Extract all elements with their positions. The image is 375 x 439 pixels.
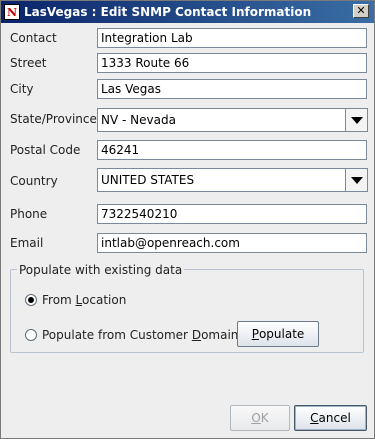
contact-label: Contact <box>10 31 57 45</box>
contact-field[interactable]: Integration Lab <box>97 28 367 48</box>
city-label: City <box>10 82 34 96</box>
state-select-value: NV - Nevada <box>101 113 176 127</box>
close-icon: ✕ <box>356 4 366 17</box>
app-logo-icon: N <box>4 4 20 20</box>
street-field[interactable]: 1333 Route 66 <box>97 53 367 73</box>
radio-selected-icon[interactable] <box>25 294 37 306</box>
from-location-label: From Location <box>42 293 127 307</box>
populate-button[interactable]: Populate <box>237 321 319 347</box>
from-customer-domain-label: Populate from Customer Domain <box>42 328 239 342</box>
state-dropdown-button[interactable] <box>345 109 367 131</box>
street-label: Street <box>10 56 47 70</box>
state-label: State/Province <box>10 112 97 126</box>
city-field[interactable]: Las Vegas <box>97 79 367 99</box>
title-bar[interactable]: N LasVegas : Edit SNMP Contact Informati… <box>1 1 374 23</box>
radio-unselected-icon[interactable] <box>25 329 37 341</box>
postal-code-label: Postal Code <box>10 143 81 157</box>
window-title: LasVegas : Edit SNMP Contact Information <box>24 5 312 19</box>
email-field[interactable]: intlab@openreach.com <box>97 233 367 253</box>
email-label: Email <box>10 236 44 250</box>
ok-button[interactable]: OK <box>230 405 290 431</box>
chevron-down-icon <box>350 176 363 184</box>
state-select[interactable]: NV - Nevada <box>97 108 368 132</box>
close-button[interactable]: ✕ <box>353 4 369 18</box>
postal-code-field[interactable]: 46241 <box>97 140 367 160</box>
phone-label: Phone <box>10 207 48 221</box>
country-dropdown-button[interactable] <box>345 169 367 191</box>
from-location-radio[interactable]: From Location <box>25 293 126 307</box>
populate-group-title: Populate with existing data <box>17 263 185 277</box>
from-customer-domain-radio[interactable]: Populate from Customer Domain <box>25 328 238 342</box>
country-label: Country <box>10 174 58 188</box>
chevron-down-icon <box>350 116 363 124</box>
cancel-button[interactable]: Cancel <box>294 405 367 431</box>
dialog-window: N LasVegas : Edit SNMP Contact Informati… <box>0 0 375 439</box>
country-select[interactable]: UNITED STATES <box>97 168 368 192</box>
country-select-value: UNITED STATES <box>101 173 195 187</box>
phone-field[interactable]: 7322540210 <box>97 204 367 224</box>
